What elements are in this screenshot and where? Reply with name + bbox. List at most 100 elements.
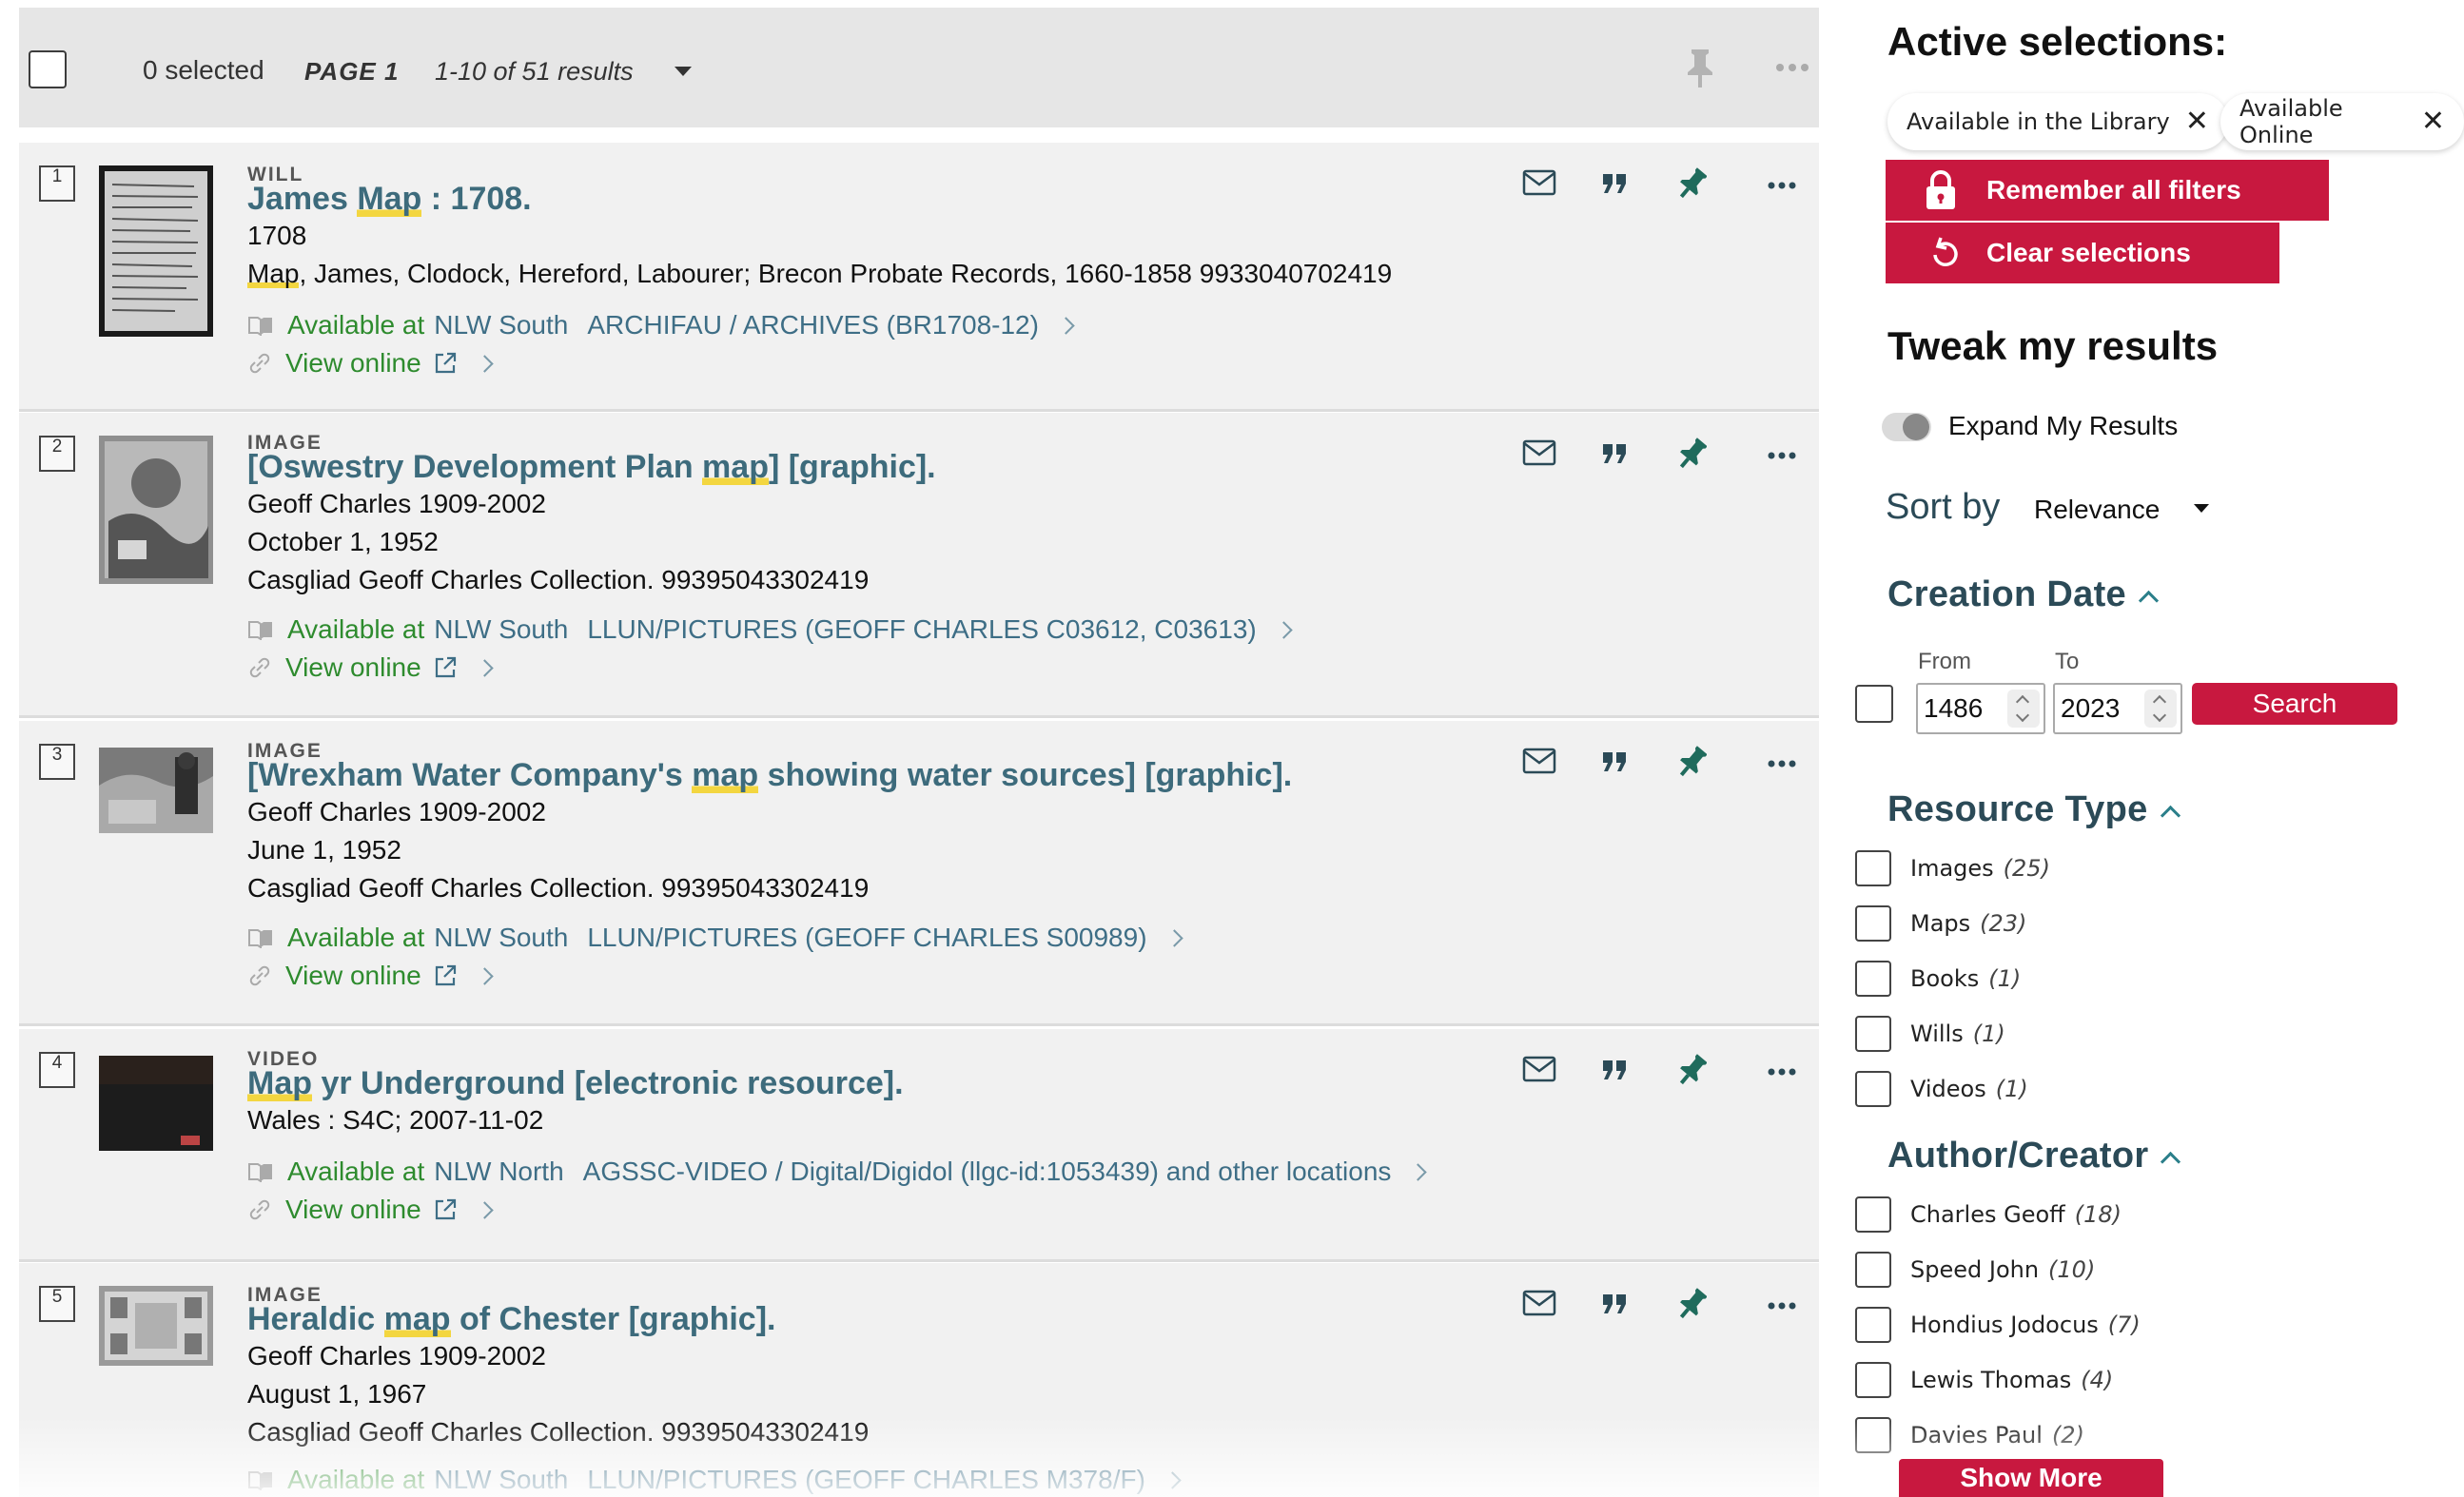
facet-checkbox[interactable] (1855, 850, 1891, 886)
facet-checkbox[interactable] (1855, 1016, 1891, 1052)
more-options-icon[interactable] (1768, 755, 1796, 772)
facet-item-wills[interactable]: Wills (1) (1855, 1016, 2005, 1052)
remember-filters-button[interactable]: Remember all filters (1886, 160, 2329, 221)
citation-icon[interactable] (1602, 751, 1627, 777)
stepper-icon[interactable] (2007, 690, 2040, 728)
facet-checkbox[interactable] (1855, 1252, 1891, 1288)
chevron-down-icon[interactable] (675, 67, 692, 76)
view-online-label: View online (285, 1195, 421, 1224)
result-title[interactable]: [Wrexham Water Company's map showing wat… (247, 757, 1292, 794)
result-item[interactable]: 4 VIDEO Map yr Underground [electronic r… (19, 1029, 1819, 1262)
close-icon[interactable]: ✕ (2185, 107, 2209, 136)
date-to-input[interactable]: 2023 (2053, 683, 2182, 734)
citation-icon[interactable] (1602, 1060, 1627, 1085)
facet-item-author[interactable]: Charles Geoff (18) (1855, 1196, 2122, 1233)
availability-link[interactable]: Available at NLW South LLUN/PICTURES (GE… (247, 1465, 1182, 1495)
result-thumbnail[interactable] (99, 748, 213, 833)
pin-icon[interactable] (1686, 48, 1714, 94)
date-search-button[interactable]: Search (2192, 683, 2397, 725)
availability-link[interactable]: Available at NLW South ARCHIFAU / ARCHIV… (247, 310, 1075, 340)
chevron-up-icon (2161, 1151, 2181, 1173)
facet-item-author[interactable]: Speed John (10) (1855, 1252, 2095, 1288)
result-title[interactable]: Map yr Underground [electronic resource]… (247, 1065, 904, 1102)
email-icon[interactable] (1522, 1290, 1556, 1321)
creation-date-heading[interactable]: Creation Date (1887, 574, 2160, 615)
availability-link[interactable]: Available at NLW South LLUN/PICTURES (GE… (247, 614, 1293, 645)
view-online-link[interactable]: View online (247, 1195, 494, 1225)
date-filter-checkbox[interactable] (1855, 685, 1893, 723)
facet-title: Creation Date (1887, 574, 2126, 614)
email-icon[interactable] (1522, 748, 1556, 779)
more-options-icon[interactable] (1768, 1297, 1796, 1314)
results-range-dropdown[interactable]: 1-10 of 51 results (435, 57, 634, 87)
availability-link[interactable]: Available at NLW South LLUN/PICTURES (GE… (247, 923, 1183, 953)
result-thumbnail[interactable] (99, 1056, 213, 1151)
facet-checkbox[interactable] (1855, 905, 1891, 942)
author-creator-heading[interactable]: Author/Creator (1887, 1136, 2181, 1176)
result-item[interactable]: 5 IMAGE Heraldic map of Chester [graphic… (19, 1263, 1819, 1497)
filter-chip-online[interactable]: Available Online ✕ (2220, 93, 2464, 150)
facet-item-videos[interactable]: Videos (1) (1855, 1071, 2028, 1107)
facet-checkbox[interactable] (1855, 1362, 1891, 1398)
pin-icon[interactable] (1678, 436, 1708, 476)
result-thumbnail[interactable] (99, 165, 213, 337)
view-online-link[interactable]: View online (247, 961, 494, 991)
citation-icon[interactable] (1602, 443, 1627, 469)
expand-results-toggle[interactable] (1882, 413, 1931, 441)
facet-item-images[interactable]: Images (25) (1855, 850, 2050, 886)
chevron-down-icon[interactable] (2194, 504, 2209, 513)
availability-link[interactable]: Available at NLW North AGSSC-VIDEO / Dig… (247, 1157, 1428, 1187)
view-online-link[interactable]: View online (247, 348, 494, 379)
result-title[interactable]: James Map : 1708. (247, 181, 532, 218)
facet-checkbox[interactable] (1855, 1196, 1891, 1233)
result-title[interactable]: Heraldic map of Chester [graphic]. (247, 1301, 775, 1338)
pin-icon[interactable] (1678, 165, 1708, 206)
more-options-icon[interactable] (1768, 447, 1796, 464)
result-actions (1522, 1288, 1808, 1326)
email-icon[interactable] (1522, 169, 1556, 201)
select-all-checkbox[interactable] (29, 50, 67, 88)
more-options-icon[interactable] (1768, 1063, 1796, 1080)
pin-icon[interactable] (1678, 1286, 1708, 1327)
facet-item-author[interactable]: Davies Paul (2) (1855, 1417, 2084, 1453)
pin-icon[interactable] (1678, 1052, 1708, 1093)
facet-checkbox[interactable] (1855, 1071, 1891, 1107)
citation-icon[interactable] (1602, 173, 1627, 199)
email-icon[interactable] (1522, 439, 1556, 471)
facet-checkbox[interactable] (1855, 1307, 1891, 1343)
facet-checkbox[interactable] (1855, 961, 1891, 997)
date-from-input[interactable]: 1486 (1916, 683, 2045, 734)
facet-item-author[interactable]: Lewis Thomas (4) (1855, 1362, 2113, 1398)
facet-checkbox[interactable] (1855, 1417, 1891, 1453)
result-thumbnail[interactable] (99, 1286, 213, 1366)
facet-item-author[interactable]: Hondius Jodocus (7) (1855, 1307, 2141, 1343)
facet-item-books[interactable]: Books (1) (1855, 961, 2021, 997)
more-options-icon[interactable] (1775, 60, 1809, 77)
email-icon[interactable] (1522, 1056, 1556, 1087)
result-item[interactable]: 1 WILL James Map : 1708. 1708 Map, James… (19, 143, 1819, 412)
facet-title: Resource Type (1887, 789, 2148, 829)
close-icon[interactable]: ✕ (2421, 107, 2445, 136)
filter-chip-library[interactable]: Available in the Library ✕ (1887, 93, 2228, 150)
result-item[interactable]: 3 IMAGE [Wrexham Water Company's map sho… (19, 721, 1819, 1026)
result-thumbnail[interactable] (99, 436, 213, 584)
result-title[interactable]: [Oswestry Development Plan map] [graphic… (247, 449, 936, 486)
title-text: : 1708. (421, 181, 532, 217)
view-online-link[interactable]: View online (247, 652, 494, 683)
clear-selections-button[interactable]: Clear selections (1886, 223, 2279, 283)
resource-type-heading[interactable]: Resource Type (1887, 789, 2180, 830)
description-text: , James, Clodock, Hereford, Labourer; Br… (299, 259, 1393, 288)
more-options-icon[interactable] (1768, 177, 1796, 194)
facet-item-maps[interactable]: Maps (23) (1855, 905, 2026, 942)
pin-icon[interactable] (1678, 744, 1708, 785)
search-highlight: map (692, 757, 759, 793)
sort-select[interactable]: Relevance (2034, 495, 2160, 525)
result-item[interactable]: 2 IMAGE [Oswestry Development Plan map] … (19, 413, 1819, 718)
show-more-button[interactable]: Show More (1899, 1459, 2163, 1497)
chip-label: Available Online (2239, 95, 2343, 148)
stepper-icon[interactable] (2144, 690, 2177, 728)
result-publisher: Wales : S4C; 2007-11-02 (247, 1105, 544, 1135)
citation-icon[interactable] (1602, 1293, 1627, 1319)
view-online-label: View online (285, 961, 421, 990)
facet-label: Books (1910, 965, 1980, 992)
